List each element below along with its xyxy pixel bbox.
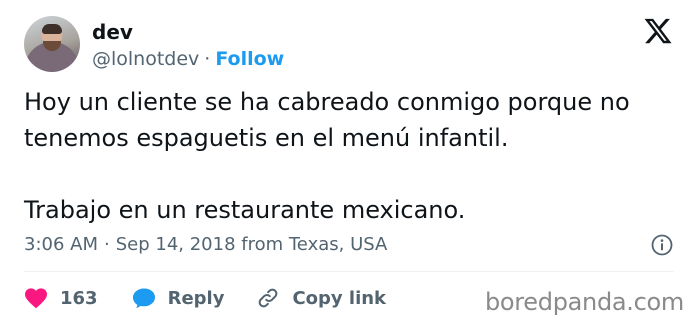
handle-separator: · <box>204 48 211 70</box>
tweet-text: Hoy un cliente se ha cabreado conmigo po… <box>24 84 674 228</box>
meta-separator: · <box>104 234 110 255</box>
action-bar: 163 Reply Copy link <box>24 284 386 312</box>
reply-label: Reply <box>167 287 225 309</box>
tweet-date-location[interactable]: Sep 14, 2018 from Texas, USA <box>116 234 388 255</box>
tweet-time[interactable]: 3:06 AM <box>24 234 98 255</box>
display-name[interactable]: dev <box>92 20 133 44</box>
avatar-beard <box>43 41 61 51</box>
avatar-hair <box>42 24 62 34</box>
divider <box>24 271 674 272</box>
tweet-line-2: tenemos espaguetis en el menú infantil. <box>24 124 509 152</box>
tweet-line-3: Trabajo en un restaurante mexicano. <box>24 196 466 224</box>
avatar[interactable] <box>24 16 80 72</box>
speech-bubble-icon <box>132 288 155 309</box>
reply-button[interactable]: Reply <box>132 287 225 309</box>
copy-link-label: Copy link <box>292 287 387 309</box>
tweet-meta: 3:06 AM · Sep 14, 2018 from Texas, USA <box>24 233 387 257</box>
handle[interactable]: @lolnotdev <box>92 48 199 70</box>
x-logo-icon[interactable] <box>643 16 673 46</box>
copy-link-button[interactable]: Copy link <box>256 286 386 310</box>
heart-icon <box>25 288 47 309</box>
watermark: boredpanda.com <box>484 288 684 316</box>
like-button[interactable]: 163 <box>24 287 132 309</box>
info-icon[interactable] <box>650 233 674 257</box>
like-count: 163 <box>60 287 98 309</box>
handle-row: @lolnotdev · Follow <box>92 47 284 71</box>
link-icon <box>259 288 278 308</box>
follow-button[interactable]: Follow <box>215 48 284 70</box>
tweet-line-1: Hoy un cliente se ha cabreado conmigo po… <box>24 88 630 116</box>
